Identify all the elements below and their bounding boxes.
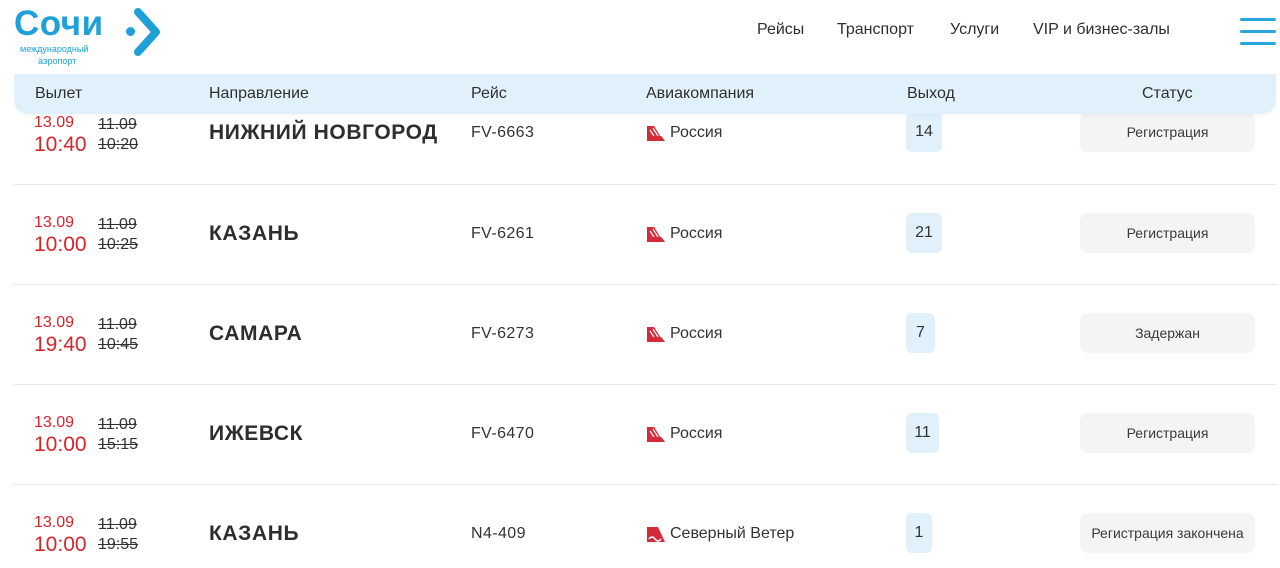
status-text: Регистрация [1126, 225, 1209, 241]
flight-number[interactable]: FV-6261 [471, 225, 534, 243]
new-time: 10:00 [34, 533, 87, 556]
flight-number[interactable]: N4-409 [471, 525, 526, 543]
status-text: Регистрация закончена [1091, 525, 1244, 541]
new-date: 13.09 [34, 514, 75, 531]
old-time: 10:20 [98, 136, 139, 153]
column-header-departure: Вылет [35, 85, 83, 102]
nav-link-vip-lounges[interactable]: VIP и бизнес-залы [1033, 21, 1170, 39]
logo-title: Сочи [14, 4, 104, 43]
column-header-destination: Направление [209, 85, 309, 102]
column-header-status: Статус [1142, 85, 1193, 102]
rossiya-logo-icon [647, 227, 665, 242]
status-text: Задержан [1135, 325, 1200, 341]
airline-name: Северный Ветер [670, 525, 795, 542]
hamburger-menu-icon[interactable] [1240, 18, 1276, 46]
destination: КАЗАНЬ [209, 222, 300, 245]
logo-chevron-icon [134, 8, 160, 56]
column-header-gate: Выход [907, 85, 955, 102]
flight-number[interactable]: FV-6273 [471, 325, 534, 343]
status-text: Регистрация [1126, 124, 1209, 140]
status-badge: Регистрация [1080, 213, 1255, 253]
status-badge: Регистрация [1080, 413, 1255, 453]
column-header-airline: Авиакомпания [646, 85, 755, 102]
old-time: 10:25 [98, 236, 139, 253]
new-time: 19:40 [34, 333, 87, 356]
destination: САМАРА [209, 322, 303, 345]
status-text: Регистрация [1126, 425, 1209, 441]
new-date: 13.09 [34, 214, 75, 231]
table-row[interactable]: 13.09 10:00 11.09 10:25 КАЗАНЬ FV-6261 Р… [14, 184, 1276, 285]
status-badge: Регистрация [1080, 112, 1255, 152]
flight-number[interactable]: FV-6663 [471, 124, 534, 142]
logo-subtitle-line2: аэропорт [38, 56, 77, 66]
old-date: 11.09 [98, 516, 137, 533]
table-header: Вылет Направление Рейс Авиакомпания Выхо… [14, 74, 1276, 114]
rossiya-logo-icon [647, 327, 665, 342]
airline-name: Россия [670, 124, 723, 141]
table-row[interactable]: 13.09 10:00 11.09 15:15 ИЖЕВСК FV-6470 Р… [14, 384, 1276, 485]
old-date: 11.09 [98, 416, 137, 433]
nav-link-transport[interactable]: Транспорт [837, 21, 914, 39]
airline-name: Россия [670, 225, 723, 242]
column-header-flight: Рейс [471, 85, 507, 102]
airline-name: Россия [670, 425, 723, 442]
airline-name: Россия [670, 325, 723, 342]
new-date: 13.09 [34, 114, 75, 131]
new-date: 13.09 [34, 414, 75, 431]
old-time: 10:45 [98, 336, 139, 353]
flight-number[interactable]: FV-6470 [471, 425, 534, 443]
new-time: 10:00 [34, 433, 87, 456]
destination: ИЖЕВСК [209, 422, 304, 445]
old-date: 11.09 [98, 216, 137, 233]
old-time: 15:15 [98, 436, 139, 453]
rossiya-logo-icon [647, 126, 665, 141]
destination: КАЗАНЬ [209, 522, 300, 545]
table-row[interactable]: 13.09 10:00 11.09 19:55 КАЗАНЬ N4-409 Се… [14, 484, 1276, 568]
gate-badge: 7 [906, 313, 935, 353]
table-row[interactable]: 13.09 19:40 11.09 10:45 САМАРА FV-6273 Р… [14, 284, 1276, 385]
rossiya-logo-icon [647, 427, 665, 442]
old-date: 11.09 [98, 316, 137, 333]
old-time: 19:55 [98, 536, 139, 553]
new-time: 10:00 [34, 233, 87, 256]
status-badge: Задержан [1080, 313, 1255, 353]
old-date: 11.09 [98, 116, 137, 133]
destination: НИЖНИЙ НОВГОРОД [209, 121, 438, 144]
gate-badge: 14 [906, 112, 942, 152]
airport-logo[interactable]: Сочи международный аэропорт [14, 4, 160, 66]
status-badge: Регистрация закончена [1080, 513, 1255, 553]
gate-badge: 11 [906, 413, 939, 453]
gate-badge: 21 [906, 213, 942, 253]
new-time: 10:40 [34, 133, 87, 156]
gate-badge: 1 [906, 513, 932, 553]
nav-link-services[interactable]: Услуги [950, 21, 999, 39]
logo-subtitle-line1: международный [20, 44, 89, 54]
nordwind-logo-icon [647, 527, 665, 542]
new-date: 13.09 [34, 314, 75, 331]
nav-link-flights[interactable]: Рейсы [757, 21, 804, 39]
